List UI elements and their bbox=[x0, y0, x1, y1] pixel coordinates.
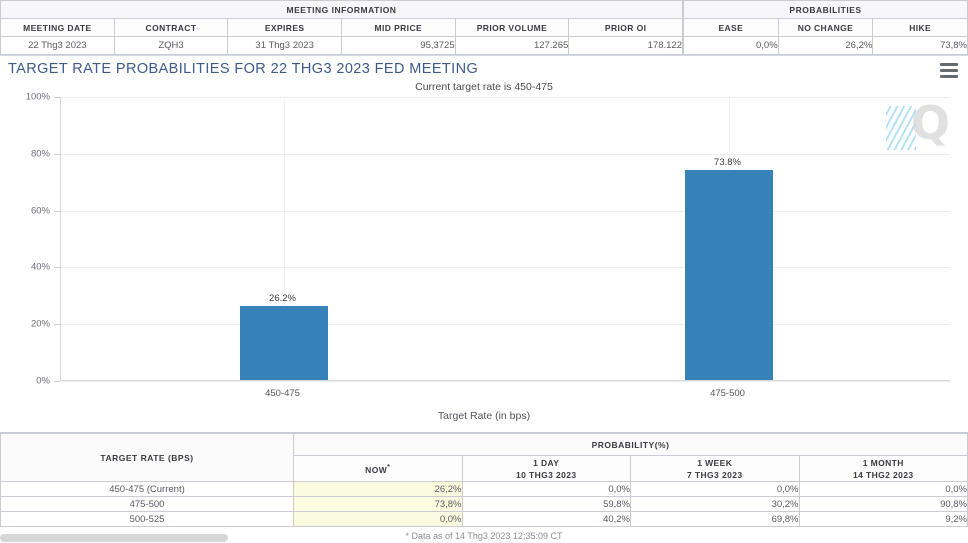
cell-450-475-1-month: 0,0% bbox=[798, 481, 968, 497]
column-header-ease: EASE bbox=[683, 18, 779, 37]
table-row: 0,0% 26,2% 73,8% bbox=[683, 36, 968, 55]
column-header-1-month-date: 14 THG2 2023 bbox=[852, 469, 914, 480]
y-axis-tick-mark bbox=[54, 153, 60, 155]
column-header-1-month: 1 MONTH 14 THG2 2023 bbox=[798, 455, 968, 482]
column-header-1-week-label: 1 WEEK bbox=[697, 457, 733, 468]
value-no-change: 26,2% bbox=[777, 36, 874, 55]
table-row: 450-475 (Current) 26,2% 0,0% 0,0% 0,0% bbox=[0, 481, 968, 497]
probabilities-summary-title: PROBABILITIES bbox=[683, 0, 968, 19]
hamburger-menu-icon[interactable] bbox=[940, 62, 960, 79]
column-header-now: NOW* bbox=[293, 455, 463, 482]
column-header-expires: EXPIRES bbox=[227, 18, 342, 37]
y-axis-tick-label: 40% bbox=[30, 261, 50, 273]
watermark-logo: Q bbox=[910, 96, 950, 150]
column-header-prior-oi: PRIOR OI bbox=[568, 18, 683, 37]
table-header-row: MEETING DATE CONTRACT EXPIRES MID PRICE … bbox=[0, 18, 683, 37]
value-mid-price: 95,3725 bbox=[340, 36, 456, 55]
value-prior-volume: 127.265 bbox=[454, 36, 570, 55]
meeting-information-title: MEETING INFORMATION bbox=[0, 0, 683, 19]
column-header-now-label: NOW bbox=[365, 464, 388, 475]
row-label-450-475: 450-475 (Current) bbox=[0, 481, 294, 497]
grid-line bbox=[61, 324, 950, 326]
cell-500-525-1-day: 40,2% bbox=[461, 511, 631, 527]
y-axis-tick-label: 60% bbox=[30, 205, 50, 217]
cell-500-525-1-month: 9,2% bbox=[798, 511, 968, 527]
column-header-hike: HIKE bbox=[872, 18, 968, 37]
meeting-information-table: MEETING INFORMATION MEETING DATE CONTRAC… bbox=[0, 0, 683, 55]
menu-bar-3 bbox=[940, 75, 958, 78]
column-header-now-asterisk: * bbox=[387, 463, 391, 472]
cell-500-525-now: 0,0% bbox=[293, 511, 463, 527]
value-expires: 31 Thg3 2023 bbox=[227, 36, 342, 55]
column-header-mid-price: MID PRICE bbox=[340, 18, 456, 37]
column-header-1-month-label: 1 MONTH bbox=[862, 457, 904, 468]
y-axis-tick-mark bbox=[54, 210, 60, 212]
probabilities-summary-table: PROBABILITIES EASE NO CHANGE HIKE 0,0% 2… bbox=[683, 0, 968, 55]
bar-450-475[interactable] bbox=[239, 305, 328, 380]
x-axis-title: Target Rate (in bps) bbox=[437, 410, 531, 422]
y-axis-tick-mark bbox=[54, 324, 60, 326]
bar-value-label: 73.8% bbox=[714, 157, 741, 169]
cell-475-500-1-month: 90,8% bbox=[798, 496, 968, 512]
column-header-1-day: 1 DAY 10 THG3 2023 bbox=[461, 455, 631, 482]
cell-450-475-1-day: 0,0% bbox=[461, 481, 631, 497]
table-row: 500-525 0,0% 40,2% 69,8% 9,2% bbox=[0, 511, 968, 527]
value-prior-oi: 178.122 bbox=[568, 36, 683, 55]
grid-line bbox=[61, 97, 950, 98]
y-axis-tick-mark bbox=[54, 381, 60, 382]
value-ease: 0,0% bbox=[683, 36, 779, 55]
column-header-no-change: NO CHANGE bbox=[777, 18, 874, 37]
value-hike: 73,8% bbox=[872, 36, 968, 55]
y-axis-tick-mark bbox=[54, 97, 60, 98]
y-axis-tick-label: 0% bbox=[36, 375, 50, 387]
cell-475-500-1-day: 59,8% bbox=[461, 496, 631, 512]
chart-panel: TARGET RATE PROBABILITIES FOR 22 THG3 20… bbox=[0, 55, 968, 433]
grid-line bbox=[61, 267, 950, 269]
table-row: 22 Thg3 2023 ZQH3 31 Thg3 2023 95,3725 1… bbox=[0, 36, 683, 55]
column-header-target-rate: TARGET RATE (BPS) bbox=[0, 433, 294, 482]
data-timestamp-footnote: * Data as of 14 Thg3 2023 12:35:09 CT bbox=[405, 531, 563, 541]
bar-475-500[interactable] bbox=[684, 170, 773, 380]
cell-475-500-1-week: 30,2% bbox=[630, 496, 800, 512]
x-axis-tick-label: 475-500 bbox=[710, 388, 745, 399]
y-axis-tick-label: 80% bbox=[30, 148, 50, 160]
table-row: 475-500 73,8% 59,8% 30,2% 90,8% bbox=[0, 496, 968, 512]
column-header-1-week-date: 7 THG3 2023 bbox=[687, 469, 743, 480]
plot-area bbox=[60, 97, 950, 382]
top-info-strip: MEETING INFORMATION MEETING DATE CONTRAC… bbox=[0, 0, 968, 55]
menu-bar-1 bbox=[940, 63, 958, 66]
column-header-meeting-date: MEETING DATE bbox=[0, 18, 115, 37]
y-axis-tick-label: 100% bbox=[25, 91, 50, 103]
table-header-row: EASE NO CHANGE HIKE bbox=[683, 18, 968, 37]
column-header-prior-volume: PRIOR VOLUME bbox=[454, 18, 570, 37]
value-meeting-date: 22 Thg3 2023 bbox=[0, 36, 115, 55]
probability-table: TARGET RATE (BPS) PROBABILITY(%) NOW* 1 … bbox=[0, 433, 968, 527]
value-contract: ZQH3 bbox=[113, 36, 229, 55]
grid-line bbox=[61, 381, 950, 382]
grid-line bbox=[61, 153, 950, 155]
cell-450-475-now: 26,2% bbox=[293, 481, 463, 497]
column-header-contract: CONTRACT bbox=[113, 18, 229, 37]
row-label-475-500: 475-500 bbox=[0, 496, 294, 512]
menu-bar-2 bbox=[940, 69, 958, 72]
grid-line bbox=[61, 210, 950, 212]
cell-500-525-1-week: 69,8% bbox=[630, 511, 800, 527]
cell-475-500-now: 73,8% bbox=[293, 496, 463, 512]
page-title: TARGET RATE PROBABILITIES FOR 22 THG3 20… bbox=[8, 61, 479, 77]
probability-table-wrap: TARGET RATE (BPS) PROBABILITY(%) NOW* 1 … bbox=[0, 433, 968, 542]
y-axis-title: Probability bbox=[0, 157, 1, 204]
x-axis-tick-label: 450-475 bbox=[265, 388, 300, 399]
cell-450-475-1-week: 0,0% bbox=[630, 481, 800, 497]
column-header-1-day-label: 1 DAY bbox=[533, 457, 560, 468]
y-axis-tick-mark bbox=[54, 267, 60, 269]
row-label-500-525: 500-525 bbox=[0, 511, 294, 527]
probability-group-title: PROBABILITY(%) bbox=[293, 433, 968, 456]
bar-value-label: 26.2% bbox=[269, 292, 296, 304]
column-header-1-day-date: 10 THG3 2023 bbox=[515, 469, 577, 480]
chart-plot[interactable]: Probability 0% 20% 40% 60% 80% 100% 26.2% 450-4… bbox=[0, 92, 968, 434]
column-header-1-week: 1 WEEK 7 THG3 2023 bbox=[630, 455, 800, 482]
y-axis-tick-label: 20% bbox=[30, 318, 50, 330]
